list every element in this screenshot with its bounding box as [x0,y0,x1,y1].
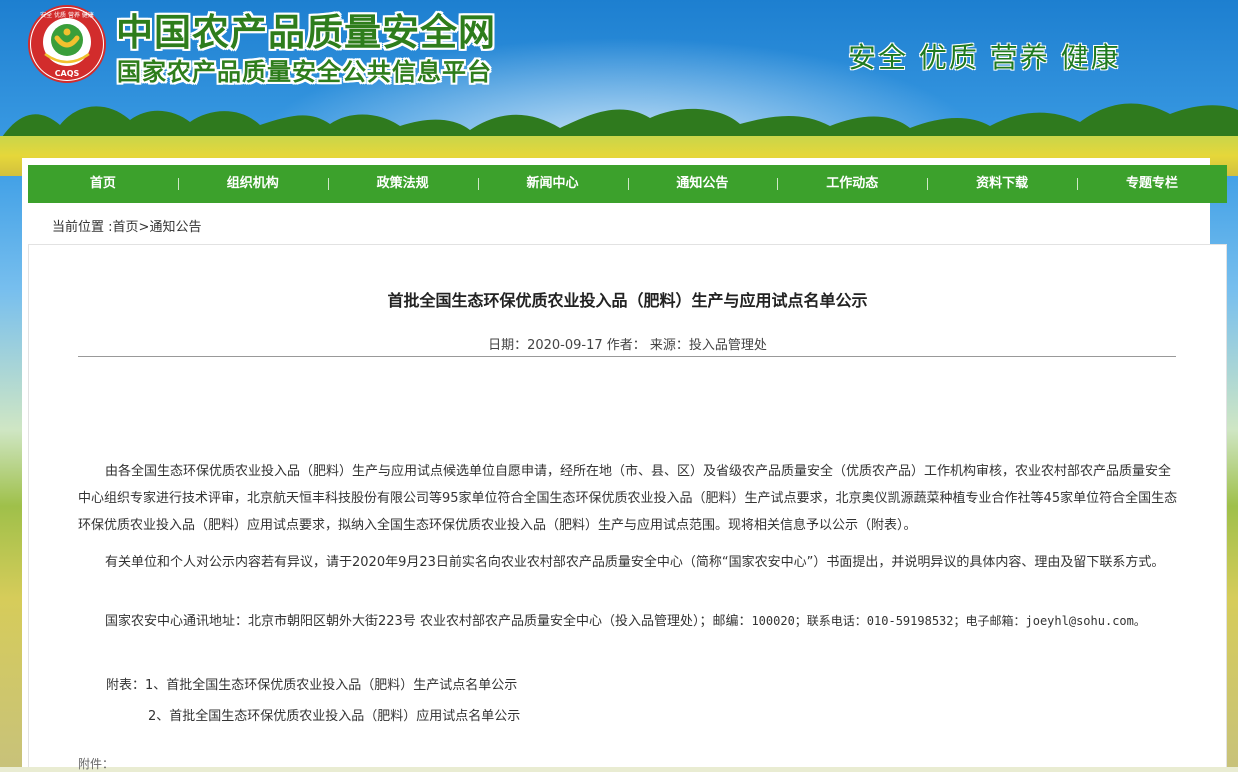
contact-address: 国家农安中心通讯地址：北京市朝阳区朝外大街223号 农业农村部农产品质量安全中心… [105,614,752,629]
site-subtitle: 国家农产品质量安全公共信息平台 [117,58,492,86]
breadcrumb-prefix: 当前位置 : [52,220,113,235]
nav-item-work-updates[interactable]: 工作动态 [777,165,927,203]
contact-details: 100020；联系电话：010-59198532；电子邮箱：joeyhl@soh… [751,614,1146,628]
nav-item-organization[interactable]: 组织机构 [177,165,328,203]
article-paragraph-1: 由各全国生态环保优质农业投入品（肥料）生产与应用试点候选单位自愿申请，经所在地（… [78,464,1178,533]
breadcrumb-home-link[interactable]: 首页 [113,220,139,235]
caqs-logo[interactable]: CAQS 安全 优质 营养 健康 [27,4,107,84]
breadcrumb-separator: > [138,220,150,235]
title-divider [78,356,1176,357]
site-title[interactable]: 中国农产品质量安全网 [116,2,496,56]
nav-item-special-topics[interactable]: 专题专栏 [1077,165,1227,203]
attachment-link-2[interactable]: 2、首批全国生态环保优质农业投入品（肥料）应用试点名单公示 [148,705,520,724]
nav-item-policies[interactable]: 政策法规 [327,165,478,203]
nav-item-notices[interactable]: 通知公告 [627,165,778,203]
logo-text: CAQS [55,69,80,78]
article-title: 首批全国生态环保优质农业投入品（肥料）生产与应用试点名单公示 [387,291,868,310]
article-paragraph-3: 国家农安中心通讯地址：北京市朝阳区朝外大街223号 农业农村部农产品质量安全中心… [78,608,1178,635]
attachments-label: 附件： [78,757,115,771]
nav-item-news[interactable]: 新闻中心 [477,165,628,203]
nav-item-downloads[interactable]: 资料下载 [927,165,1077,203]
nav-item-home[interactable]: 首页 [28,165,178,203]
main-nav: 首页 组织机构 政策法规 新闻中心 通知公告 工作动态 资料下载 专题专栏 [28,165,1227,203]
attachment-link-1[interactable]: 附表：1、首批全国生态环保优质农业投入品（肥料）生产试点名单公示 [106,674,517,693]
breadcrumb-current-link[interactable]: 通知公告 [149,220,201,235]
logo-ring-text: 安全 优质 营养 健康 [40,11,94,19]
article-meta: 日期：2020-09-17 作者： 来源：投入品管理处 [488,338,767,353]
breadcrumb: 当前位置 :首页>通知公告 [52,216,201,235]
article-paragraph-2: 有关单位和个人对公示内容若有异议，请于2020年9月23日前实名向农业农村部农产… [105,555,1165,570]
site-slogan: 安全 优质 营养 健康 [848,41,1121,74]
